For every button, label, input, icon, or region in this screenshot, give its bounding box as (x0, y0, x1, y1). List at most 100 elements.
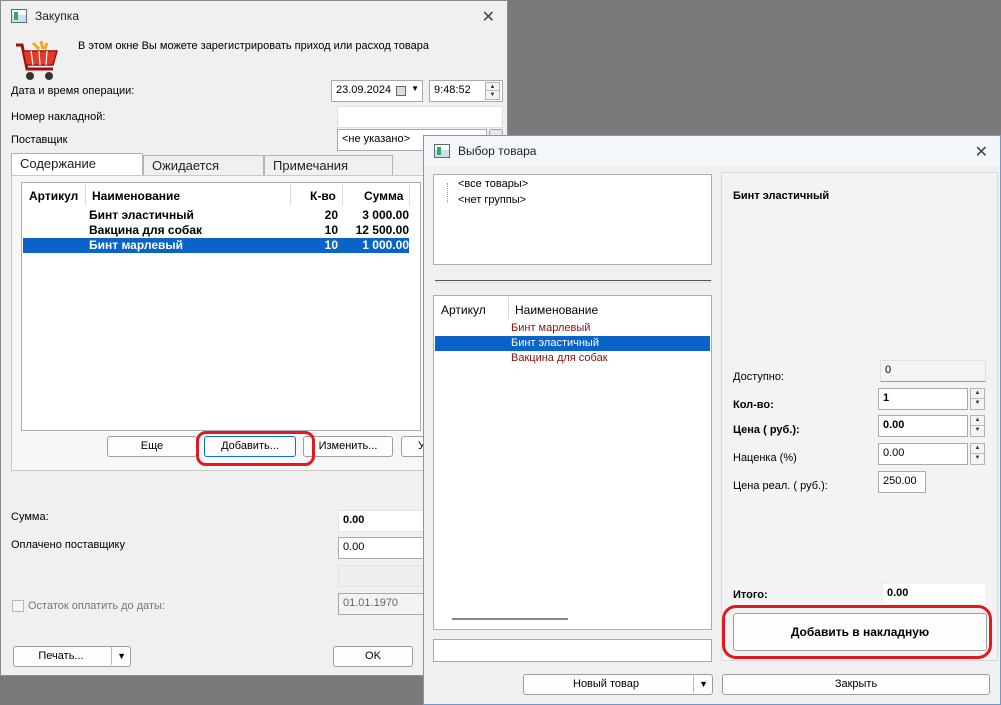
price-input[interactable]: 0.00 (878, 415, 968, 437)
qty-spinner[interactable]: ▲ ▼ (970, 388, 985, 410)
items-table[interactable]: Артикул Наименование К-во Сумма Бинт эла… (21, 182, 421, 431)
purchase-titlebar[interactable]: Закупка ✕ (1, 1, 507, 31)
picker-titlebar[interactable]: Выбор товара ✕ (424, 136, 1000, 166)
remainder-date-value: 01.01.1970 (343, 597, 399, 609)
sum-label: Сумма: (11, 511, 49, 523)
markup-label: Наценка (%) (733, 452, 797, 464)
column-header-article[interactable]: Артикул (441, 303, 486, 317)
column-divider (409, 184, 410, 206)
purchase-title: Закупка (35, 9, 79, 23)
table-row[interactable]: Вакцина для собак 10 12 500.00 (23, 223, 409, 238)
qty-value: 1 (883, 392, 890, 404)
calendar-icon[interactable] (396, 86, 406, 96)
markup-value: 0.00 (883, 447, 905, 459)
app-icon (11, 9, 27, 23)
column-divider (290, 184, 291, 206)
column-header-name[interactable]: Наименование (92, 189, 180, 203)
close-button[interactable]: Закрыть (722, 674, 990, 695)
spin-down-icon[interactable]: ▼ (971, 426, 984, 436)
product-name: Бинт эластичный (733, 190, 830, 202)
spin-down-icon[interactable]: ▼ (486, 91, 499, 99)
column-header-qty[interactable]: К-во (310, 189, 336, 203)
new-item-label: Новый товар (573, 678, 639, 690)
spin-up-icon[interactable]: ▲ (971, 389, 984, 399)
qty-input[interactable]: 1 (878, 388, 968, 410)
retail-price-label: Цена реал. ( руб.): (733, 480, 828, 492)
products-list[interactable]: Артикул Наименование Бинт марлевый Бинт … (433, 295, 712, 630)
close-icon[interactable]: ✕ (482, 7, 495, 27)
splitter[interactable] (435, 280, 711, 283)
group-tree[interactable]: <все товары> <нет группы> (433, 174, 712, 265)
ok-button[interactable]: OK (333, 646, 413, 667)
row-name: Бинт эластичный (89, 208, 194, 222)
row-sum: 12 500.00 (355, 223, 409, 237)
supplier-label: Поставщик (11, 134, 68, 146)
invoice-number-input[interactable] (337, 106, 503, 128)
total-label: Итого: (733, 589, 768, 601)
table-row[interactable]: Бинт эластичный 20 3 000.00 (23, 208, 409, 223)
tab-content[interactable]: Содержание (11, 153, 143, 175)
table-row-selected[interactable]: Бинт марлевый 10 1 000.00 (23, 238, 409, 253)
paid-value: 0.00 (343, 541, 365, 553)
total-value-text: 0.00 (887, 587, 909, 599)
column-divider (342, 184, 343, 206)
remainder-label: Остаток оплатить до даты: (28, 600, 166, 612)
list-item-selected[interactable]: Бинт эластичный (435, 336, 710, 351)
list-item[interactable]: Вакцина для собак (511, 352, 608, 364)
horizontal-scrollbar[interactable] (452, 618, 568, 620)
search-input[interactable] (433, 639, 712, 662)
column-header-sum[interactable]: Сумма (364, 189, 403, 203)
product-picker-window: Выбор товара ✕ <все товары> <нет группы>… (423, 135, 1001, 705)
invoice-label: Номер накладной: (11, 111, 106, 123)
more-button[interactable]: Еще (107, 436, 197, 457)
close-icon[interactable]: ✕ (975, 142, 988, 162)
date-value: 23.09.2024 (336, 84, 392, 96)
remainder-checkbox[interactable] (12, 600, 24, 612)
markup-spinner[interactable]: ▲ ▼ (970, 443, 985, 465)
spin-up-icon[interactable]: ▲ (971, 416, 984, 426)
chevron-down-icon[interactable]: ▼ (411, 84, 419, 93)
available-value-text: 0 (885, 364, 892, 376)
date-time-label: Дата и время операции: (11, 85, 135, 97)
edit-button[interactable]: Изменить... (303, 436, 393, 457)
list-item[interactable]: Бинт марлевый (511, 322, 590, 334)
price-value: 0.00 (883, 419, 905, 431)
row-name: Вакцина для собак (89, 223, 203, 237)
print-label: Печать... (38, 650, 84, 662)
row-sum: 1 000.00 (362, 238, 409, 252)
add-to-invoice-button[interactable]: Добавить в накладную (733, 613, 987, 651)
retail-price-input[interactable]: 250.00 (878, 471, 926, 493)
column-header-name[interactable]: Наименование (515, 303, 598, 317)
spin-down-icon[interactable]: ▼ (971, 399, 984, 409)
column-header-article[interactable]: Артикул (29, 189, 78, 203)
total-value: 0.00 (882, 583, 986, 605)
paid-label: Оплачено поставщику (11, 539, 125, 551)
spin-up-icon[interactable]: ▲ (486, 83, 499, 91)
column-divider (508, 297, 509, 319)
date-field[interactable]: 23.09.2024 ▼ (331, 80, 423, 102)
spin-down-icon[interactable]: ▼ (971, 454, 984, 464)
chevron-down-icon[interactable]: ▼ (693, 675, 708, 693)
supplier-value: <не указано> (342, 133, 410, 145)
column-divider (85, 184, 86, 206)
tab-notes[interactable]: Примечания (264, 155, 393, 175)
markup-input[interactable]: 0.00 (878, 443, 968, 465)
tree-item-all[interactable]: <все товары> (458, 178, 528, 190)
print-button[interactable]: Печать... ▼ (13, 646, 131, 667)
available-value: 0 (880, 360, 986, 382)
qty-label: Кол-во: (733, 399, 774, 411)
row-sum: 3 000.00 (362, 208, 409, 222)
new-item-button[interactable]: Новый товар ▼ (523, 674, 713, 695)
tree-item-no-group[interactable]: <нет группы> (458, 194, 526, 206)
price-spinner[interactable]: ▲ ▼ (970, 415, 985, 437)
list-item-label: Бинт эластичный (511, 337, 599, 349)
time-spinner[interactable]: ▲ ▼ (485, 82, 500, 100)
spin-up-icon[interactable]: ▲ (971, 444, 984, 454)
chevron-down-icon[interactable]: ▼ (111, 647, 126, 665)
available-label: Доступно: (733, 371, 785, 383)
tab-expected[interactable]: Ожидается (143, 155, 264, 175)
picker-title: Выбор товара (458, 144, 537, 158)
retail-price-value: 250.00 (883, 475, 917, 487)
add-button[interactable]: Добавить... (204, 436, 296, 457)
time-value: 9:48:52 (434, 84, 471, 96)
